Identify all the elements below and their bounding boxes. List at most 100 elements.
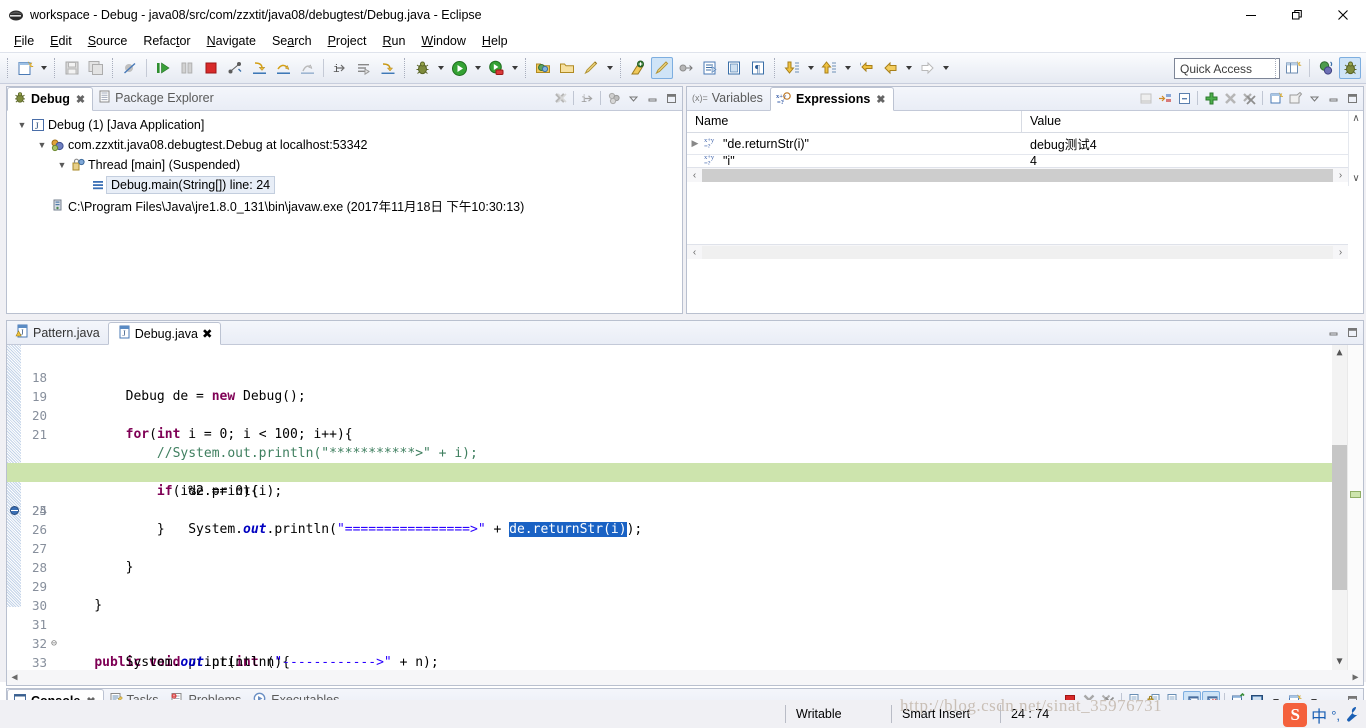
- column-header-name[interactable]: Name: [687, 111, 1022, 132]
- editor-overview-ruler[interactable]: [1347, 345, 1363, 685]
- ime-tool-icon[interactable]: [1344, 705, 1362, 726]
- collapse-expand-icon[interactable]: [1156, 89, 1174, 107]
- chevron-down-icon[interactable]: ▼: [15, 120, 29, 130]
- close-icon[interactable]: ✖: [76, 93, 85, 106]
- resume-icon[interactable]: [152, 57, 174, 79]
- editor-vscrollbar[interactable]: ▲ ▼: [1332, 345, 1347, 685]
- menu-file[interactable]: File: [6, 32, 42, 50]
- code-line[interactable]: 31 ⊖ public void print(int n){: [7, 596, 1363, 670]
- tab-expressions[interactable]: x+y =? Expressions ✖: [769, 87, 894, 111]
- back-dropdown[interactable]: [902, 57, 915, 79]
- skip-all-breakpoints-icon[interactable]: [119, 57, 141, 79]
- chevron-down-icon[interactable]: [624, 89, 642, 107]
- scroll-down-icon[interactable]: ▼: [1332, 656, 1347, 667]
- code-line-current[interactable]: 24 System.out.println("================>…: [7, 463, 1363, 537]
- scroll-up-icon[interactable]: ∧: [1352, 111, 1359, 126]
- code-line[interactable]: 26: [7, 501, 1363, 537]
- new-wizard-dropdown[interactable]: [37, 57, 50, 79]
- scroll-right-icon[interactable]: ›: [1333, 170, 1348, 181]
- coverage-icon[interactable]: [485, 57, 507, 79]
- add-expression-icon[interactable]: [1202, 89, 1220, 107]
- ime-punctuation-label[interactable]: °,: [1331, 708, 1340, 723]
- quick-access-input[interactable]: Quick Access: [1174, 58, 1280, 79]
- terminate-icon[interactable]: [200, 57, 222, 79]
- next-annotation-dropdown[interactable]: [804, 57, 817, 79]
- minimize-icon[interactable]: [1324, 323, 1342, 341]
- code-line[interactable]: 29 }: [7, 558, 1363, 613]
- open-type-icon[interactable]: [532, 57, 554, 79]
- menu-run[interactable]: Run: [374, 32, 413, 50]
- connect-icon[interactable]: i: [578, 89, 596, 107]
- tab-variables[interactable]: (x)= Variables: [687, 86, 770, 110]
- step-return-icon[interactable]: [296, 57, 318, 79]
- sogou-logo-icon[interactable]: S: [1283, 703, 1308, 727]
- expressions-vscrollbar[interactable]: ∧ ∨: [1348, 111, 1363, 186]
- menu-search[interactable]: Search: [264, 32, 320, 50]
- open-task-icon[interactable]: [556, 57, 578, 79]
- code-line[interactable]: 28: [7, 539, 1363, 575]
- tree-row-vm[interactable]: ▼ com.zzxtit.java08.debugtest.Debug at l…: [7, 135, 682, 155]
- code-line[interactable]: 19: [7, 368, 1363, 404]
- next-annotation-icon[interactable]: [781, 57, 803, 79]
- expressions-hscrollbar[interactable]: ‹ ›: [687, 167, 1348, 182]
- step-over-icon[interactable]: [272, 57, 294, 79]
- minimize-icon[interactable]: [643, 89, 661, 107]
- tab-debug[interactable]: Debug ✖: [7, 87, 94, 111]
- collapse-all-icon[interactable]: [1175, 89, 1193, 107]
- new-java-project-icon[interactable]: [627, 57, 649, 79]
- expression-row[interactable]: x+y =? "i" 4: [687, 155, 1348, 167]
- maximize-icon[interactable]: [1343, 89, 1361, 107]
- code-line[interactable]: 20 for(int i = 0; i < 100; i++){: [7, 387, 1363, 442]
- save-all-icon[interactable]: [85, 57, 107, 79]
- detail-hscrollbar[interactable]: ‹ ›: [687, 244, 1348, 259]
- code-line[interactable]: 33 }: [7, 634, 1363, 685]
- new-annotation-icon[interactable]: [675, 57, 697, 79]
- close-button[interactable]: [1320, 0, 1366, 30]
- drop-to-frame-icon[interactable]: i: [329, 57, 351, 79]
- tree-row-launch[interactable]: ▼ J Debug (1) [Java Application]: [7, 115, 682, 135]
- chevron-down-icon[interactable]: ▼: [35, 140, 49, 150]
- disconnect-icon[interactable]: [224, 57, 246, 79]
- scroll-right-icon[interactable]: ▶: [1348, 672, 1363, 683]
- close-icon[interactable]: ✖: [876, 93, 885, 106]
- debug-icon[interactable]: [411, 57, 433, 79]
- back-icon[interactable]: [879, 57, 901, 79]
- scroll-left-icon[interactable]: ‹: [687, 170, 702, 181]
- minimize-icon[interactable]: [1324, 89, 1342, 107]
- scroll-right-icon[interactable]: ›: [1333, 247, 1348, 258]
- tree-row-thread[interactable]: ▼ Thread [main] (Suspended): [7, 155, 682, 175]
- scrollbar-thumb[interactable]: [702, 168, 1333, 182]
- scroll-left-icon[interactable]: ◀: [7, 672, 22, 683]
- maximize-icon[interactable]: [662, 89, 680, 107]
- run-dropdown[interactable]: [471, 57, 484, 79]
- new-java-class-icon[interactable]: [651, 57, 673, 79]
- view-menu-icon[interactable]: [605, 89, 623, 107]
- suspend-icon[interactable]: [176, 57, 198, 79]
- expression-row[interactable]: ▶ x+y =? "de.returnStr(i)" debug测试4: [687, 133, 1348, 155]
- last-edit-location-icon[interactable]: [855, 57, 877, 79]
- run-icon[interactable]: [448, 57, 470, 79]
- menu-refactor[interactable]: Refactor: [135, 32, 198, 50]
- external-tools-icon[interactable]: [699, 57, 721, 79]
- maximize-button[interactable]: [1274, 0, 1320, 30]
- ime-language-label[interactable]: 中: [1311, 703, 1327, 727]
- scroll-down-icon[interactable]: ∨: [1352, 171, 1359, 186]
- new-detail-pane-icon[interactable]: [1267, 89, 1285, 107]
- menu-source[interactable]: Source: [80, 32, 136, 50]
- menu-project[interactable]: Project: [320, 32, 375, 50]
- close-icon[interactable]: ✖: [202, 326, 212, 341]
- code-line[interactable]: 21 //System.out.println("***********>" +…: [7, 406, 1363, 461]
- editor-hscrollbar[interactable]: ◀ ▶: [7, 670, 1363, 685]
- code-line[interactable]: 23 de.print(i);: [7, 444, 1363, 499]
- chevron-down-icon[interactable]: ▼: [55, 160, 69, 170]
- new-wizard-icon[interactable]: [14, 57, 36, 79]
- remove-expression-icon[interactable]: [1221, 89, 1239, 107]
- scrollbar-thumb[interactable]: [702, 245, 1333, 259]
- code-line[interactable]: 25 }: [7, 482, 1363, 537]
- menu-help[interactable]: Help: [474, 32, 516, 50]
- code-line[interactable]: 27 }: [7, 520, 1363, 575]
- use-step-filters-icon[interactable]: [353, 57, 375, 79]
- coverage-dropdown[interactable]: [508, 57, 521, 79]
- debug-perspective-icon[interactable]: [1339, 57, 1361, 79]
- toggle-block-selection-icon[interactable]: [723, 57, 745, 79]
